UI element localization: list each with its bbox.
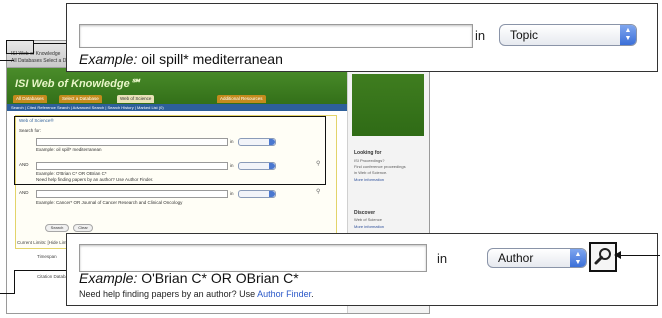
example-text-bottom: O'Brian C* OR OBrian C* [137,270,299,286]
field-select-3[interactable] [238,190,276,198]
in-label-top: in [475,28,486,43]
sidebar-discover: Discover [354,210,376,216]
sidebar-line-1: ISI Proceedings? [354,158,385,163]
callout-top: in Topic ▲ ▼ Example: oil spill* mediterr… [66,3,658,72]
highlight-box-search [14,116,326,185]
magnifier-icon [594,248,611,265]
author-search-input[interactable] [79,244,427,272]
select-arrows-icon: ▲ ▼ [620,25,636,45]
search-button-small[interactable]: Search [45,224,69,232]
wos-logo: ISI Web of Knowledge℠ [15,78,141,90]
author-field-select[interactable]: Author ▲ ▼ [487,248,587,268]
help-text: Need help finding papers by an author? U… [79,289,258,299]
timespan-label: Timespan [37,254,57,259]
author-example: Example: O'Brian C* OR OBrian C* [79,270,299,286]
sidebar-line-2: Find conference proceedings [354,164,406,169]
example-label-bottom: Example: [79,270,138,286]
sidebar-link-2[interactable]: More information [354,224,384,229]
operator-2[interactable]: AND [19,190,29,195]
magnifier-icon-small-2[interactable]: ⚲ [316,188,320,195]
sidebar-looking-for: Looking for [354,150,382,156]
wos-tabs: All Databases Select a Database Web of S… [7,95,347,104]
clear-button-small[interactable]: Clear [73,224,93,232]
example-label-top: Example: [79,51,138,67]
sidebar-link-1[interactable]: More information [354,177,384,182]
tab-web-of-science[interactable]: Web of Science [117,95,155,103]
in-label-bottom: in [437,251,448,266]
example-3: Example: Cancer* OR Journal of Cancer Re… [36,200,183,205]
author-field-value: Author [498,251,534,265]
connector-left-bottom [0,293,14,294]
topic-field-select[interactable]: Topic ▲ ▼ [499,24,637,46]
topic-search-input[interactable] [79,24,473,48]
tab-select-database[interactable]: Select a Database [59,95,102,103]
callout-bottom: in Author ▲ ▼ Example: O'Brian C* OR OBri… [66,233,658,306]
connector-left-top [0,60,14,61]
select-arrows-icon-bottom: ▲ ▼ [570,249,586,267]
connector-top [34,43,66,44]
author-finder-link[interactable]: Author Finder [257,289,311,299]
sidebar-ad [352,74,424,136]
arrow-head-icon [614,251,621,259]
highlight-box-top [6,40,34,54]
in-label-3: in [230,191,234,196]
sidebar-discover-sub: Web of Science [354,217,382,222]
topic-example: Example: oil spill* mediterranean [79,51,283,67]
topic-field-value: Topic [510,28,539,42]
connector-right [620,255,660,256]
author-help: Need help finding papers by an author? U… [79,289,314,299]
tab-additional-resources[interactable]: Additional Resources [217,95,266,103]
connector-left-bottom-v [14,270,15,294]
sidebar-line-3: in Web of Science. [354,170,388,175]
tab-all-databases[interactable]: All Databases [13,95,47,103]
search-input-3[interactable] [36,190,228,198]
help-end: . [311,289,314,299]
example-text-top: oil spill* mediterranean [137,51,283,67]
author-finder-button[interactable] [589,242,617,272]
wos-nav[interactable]: Search | Cited Reference Search | Advanc… [7,104,347,111]
